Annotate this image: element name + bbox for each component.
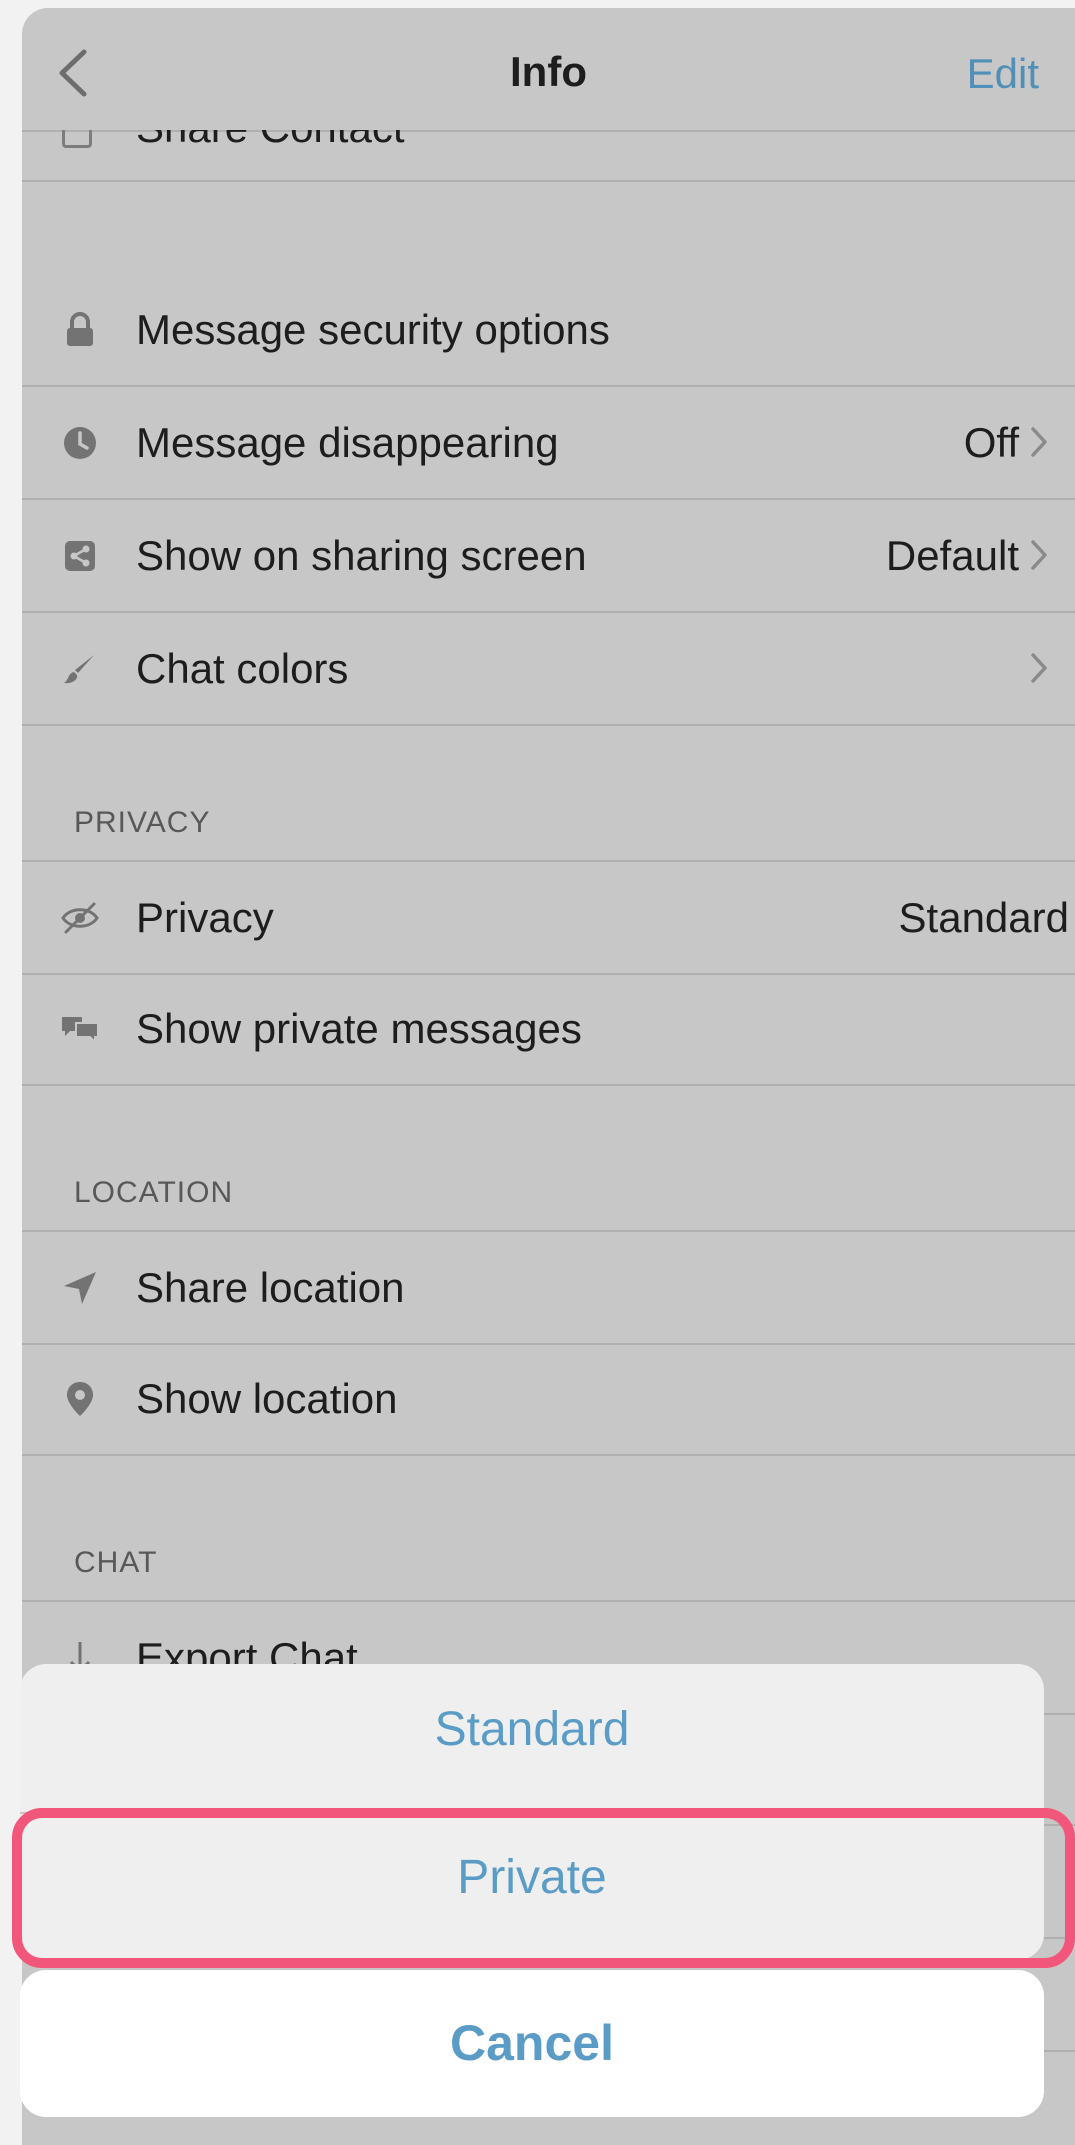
sheet-option-private[interactable]: Private (20, 1850, 1044, 1905)
navigation-bar: Info Edit (22, 8, 1075, 132)
privacy-row[interactable]: Privacy Standard (22, 860, 1075, 975)
settings-row-chat-colors[interactable]: Chat colors (22, 613, 1075, 726)
settings-row-value: Off (963, 419, 1019, 466)
settings-row-show-on-sharing-screen[interactable]: Show on sharing screen Default (22, 500, 1075, 613)
section-header-location: LOCATION (74, 1176, 234, 1209)
show-location-label: Show location (136, 1375, 398, 1422)
chat-bubbles-icon (62, 1017, 99, 1045)
settings-row-message-disappearing[interactable]: Message disappearing Off (22, 387, 1075, 500)
show-location-row[interactable]: Show location (22, 1343, 1075, 1456)
brush-icon (64, 655, 94, 684)
map-pin-icon (67, 1382, 93, 1416)
settings-row-label: Show on sharing screen (136, 532, 587, 579)
settings-row-label: Message disappearing (136, 419, 559, 466)
settings-row-label: Chat colors (136, 645, 349, 692)
location-arrow-icon (64, 1272, 96, 1304)
page-title: Info (510, 48, 587, 95)
edit-button[interactable]: Edit (967, 50, 1039, 98)
share-contact-label: Share Contact (136, 130, 405, 152)
settings-row-value: Default (885, 532, 1019, 579)
privacy-label: Privacy (136, 894, 274, 941)
clock-icon (64, 427, 96, 459)
settings-row-label: Message security options (136, 306, 610, 353)
share-icon (65, 541, 95, 571)
contact-card-icon (62, 130, 92, 148)
show-private-messages-label: Show private messages (136, 1005, 582, 1052)
chevron-right-icon (1031, 653, 1047, 683)
cancel-button-label: Cancel (450, 2015, 614, 2071)
sheet-divider (20, 1812, 1044, 1814)
share-location-row[interactable]: Share location (22, 1230, 1075, 1345)
show-private-messages-row[interactable]: Show private messages (22, 973, 1075, 1086)
lock-icon (67, 312, 93, 346)
cancel-button[interactable]: Cancel (20, 1970, 1044, 2117)
chevron-right-icon (1031, 540, 1047, 570)
share-location-label: Share location (136, 1264, 405, 1311)
action-sheet: Standard Private (20, 1664, 1044, 1960)
share-contact-row[interactable]: Share Contact (22, 130, 1075, 182)
privacy-value: Standard (898, 894, 1069, 941)
settings-row-message-security[interactable]: Message security options (22, 274, 1075, 387)
chevron-right-icon (1031, 427, 1047, 457)
eye-slash-icon (61, 902, 99, 934)
section-header-chat: CHAT (74, 1546, 158, 1579)
section-header-privacy: PRIVACY (74, 806, 211, 839)
sheet-option-standard[interactable]: Standard (20, 1702, 1044, 1757)
